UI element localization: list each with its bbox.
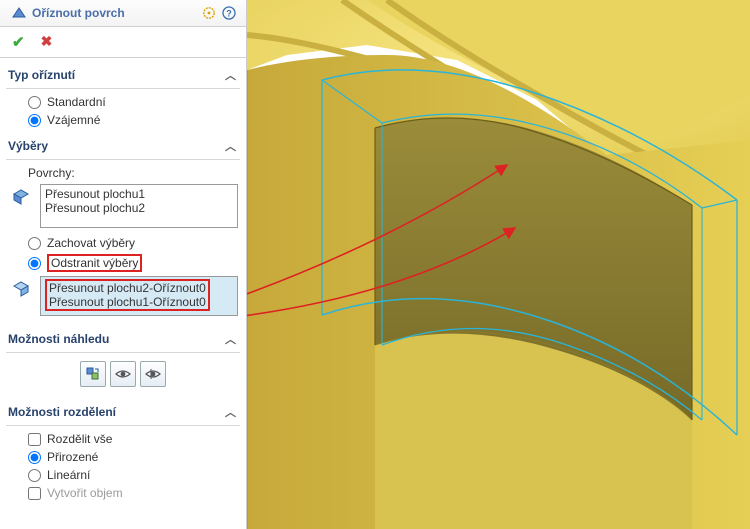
radio-label: Vzájemné	[47, 113, 100, 127]
radio-label: Standardní	[47, 95, 106, 109]
section-title: Možnosti náhledu	[8, 332, 109, 346]
list-item[interactable]: Přesunout plochu1-Oříznout0	[49, 295, 206, 309]
collapse-icon: ︿	[225, 404, 236, 420]
preview-show-excluded-button[interactable]	[110, 361, 136, 387]
list-item[interactable]: Přesunout plochu2	[45, 201, 233, 215]
collapse-icon: ︿	[225, 138, 236, 154]
remove-icon	[10, 278, 32, 300]
radio-linear[interactable]: Lineární	[0, 466, 246, 484]
list-item[interactable]: Přesunout plochu1	[45, 187, 233, 201]
panel-title: Oříznout povrch	[32, 6, 198, 20]
preview-buttons	[0, 357, 246, 395]
cancel-button[interactable]: ✖	[41, 33, 53, 51]
section-header-split[interactable]: Možnosti rozdělení ︿	[0, 399, 246, 423]
help-icon[interactable]: ?	[220, 4, 238, 22]
remove-listbox[interactable]: Přesunout plochu2-Oříznout0 Přesunout pl…	[40, 276, 238, 316]
preview-show-both-button[interactable]	[140, 361, 166, 387]
check-create-solid[interactable]: Vytvořit objem	[0, 484, 246, 502]
surfaces-listbox[interactable]: Přesunout plochu1 Přesunout plochu2	[40, 184, 238, 228]
radio-mutual[interactable]: Vzájemné	[0, 111, 246, 129]
check-label: Rozdělit vše	[47, 432, 112, 446]
svg-text:?: ?	[226, 9, 232, 19]
radio-label: Lineární	[47, 468, 90, 482]
confirm-bar: ✔ ✖	[0, 27, 246, 58]
section-title: Možnosti rozdělení	[8, 405, 116, 419]
model-view	[247, 0, 750, 529]
graphics-viewport[interactable]	[247, 0, 750, 529]
collapse-icon: ︿	[225, 67, 236, 83]
panel-header: Oříznout povrch ?	[0, 0, 246, 27]
check-label: Vytvořit objem	[47, 486, 123, 500]
ok-button[interactable]: ✔	[12, 33, 25, 51]
radio-keep[interactable]: Zachovat výběry	[0, 234, 246, 252]
section-header-type[interactable]: Typ oříznutí ︿	[0, 62, 246, 86]
radio-label: Zachovat výběry	[47, 236, 135, 250]
section-title: Výběry	[8, 139, 48, 153]
property-panel: Oříznout povrch ? ✔ ✖ Typ oříznutí ︿ Sta…	[0, 0, 247, 529]
options-icon[interactable]	[200, 4, 218, 22]
radio-natural[interactable]: Přirozené	[0, 448, 246, 466]
feature-icon	[10, 4, 28, 22]
surfaces-icon	[10, 186, 32, 208]
section-header-selections[interactable]: Výběry ︿	[0, 133, 246, 157]
section-header-preview[interactable]: Možnosti náhledu ︿	[0, 326, 246, 350]
section-title: Typ oříznutí	[8, 68, 75, 82]
radio-label-highlighted: Odstranit výběry	[47, 254, 142, 272]
list-item[interactable]: Přesunout plochu2-Oříznout0	[49, 281, 206, 295]
collapse-icon: ︿	[225, 331, 236, 347]
check-split-all[interactable]: Rozdělit vše	[0, 430, 246, 448]
radio-remove[interactable]: Odstranit výběry	[0, 252, 246, 274]
preview-show-included-button[interactable]	[80, 361, 106, 387]
surfaces-label: Povrchy:	[0, 164, 246, 182]
radio-label: Přirozené	[47, 450, 98, 464]
radio-standard[interactable]: Standardní	[0, 93, 246, 111]
